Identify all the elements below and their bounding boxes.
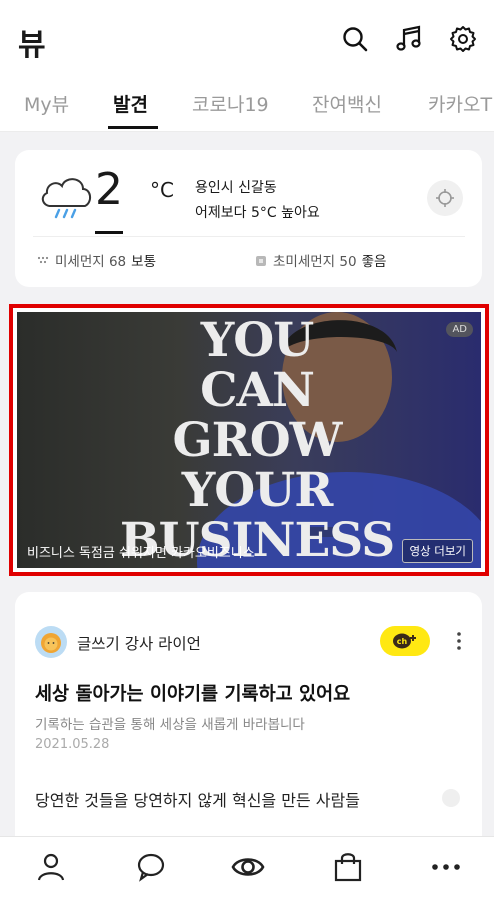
related-article-title[interactable]: 당연한 것들을 당연하지 않게 혁신을 만든 사람들 <box>35 787 360 811</box>
fine-dust-info: 미세먼지 68 보통 <box>37 250 156 270</box>
active-tab-indicator <box>108 126 158 129</box>
add-channel-button[interactable]: ch <box>380 626 430 656</box>
lion-avatar-icon <box>41 633 61 653</box>
temperature-value: 2 <box>95 164 123 215</box>
crosshair-icon <box>436 189 454 207</box>
category-tabs: My뷰 발견 코로나19 잔여백신 카카오T <box>0 74 494 132</box>
person-icon[interactable] <box>33 849 69 885</box>
ultra-fine-dust-info: 초미세먼지 50 좋음 <box>255 250 386 270</box>
tab-discover[interactable]: 발견 <box>113 90 148 117</box>
ultra-dust-icon <box>256 256 266 266</box>
weather-comparison: 어제보다 5°C 높아요 <box>195 205 320 221</box>
svg-text:ch: ch <box>397 637 408 646</box>
gear-icon[interactable] <box>448 24 478 54</box>
tab-covid19[interactable]: 코로나19 <box>192 90 269 117</box>
app-header: 뷰 <box>0 0 494 74</box>
post-date: 2021.05.28 <box>35 737 110 752</box>
more-dots-icon[interactable] <box>428 849 464 885</box>
avatar[interactable] <box>35 626 67 658</box>
page-title: 뷰 <box>18 28 46 63</box>
tab-remaining-vaccine[interactable]: 잔여백신 <box>312 90 382 117</box>
bottom-navigation <box>0 836 494 903</box>
tab-myview[interactable]: My뷰 <box>24 90 69 117</box>
post-subtitle: 기록하는 습관을 통해 세상을 새롭게 바라봅니다 <box>35 717 305 733</box>
ad-caption: 비즈니스 독점금 쉬워지면 카카오비즈니스 <box>27 546 255 561</box>
location-button[interactable] <box>427 180 463 216</box>
ad-badge: AD <box>446 322 473 337</box>
temperature-unit: °C <box>150 178 174 202</box>
weather-location: 용인시 신갈동 <box>195 180 277 196</box>
music-icon[interactable] <box>394 24 424 54</box>
ad-headline: YOU CAN GROW YOUR BUSINESS <box>119 313 395 568</box>
channel-add-icon: ch <box>393 633 416 649</box>
search-icon[interactable] <box>340 24 370 54</box>
view-eye-icon[interactable] <box>230 849 266 885</box>
weather-divider <box>33 236 465 237</box>
dust-dots-icon <box>37 256 49 264</box>
rain-cloud-icon <box>41 178 91 219</box>
post-card[interactable]: 글쓰기 강사 라이언 ch 세상 돌아가는 이야기를 기록하고 있어요 기록하는… <box>15 592 482 842</box>
chat-bubble-icon[interactable] <box>133 849 169 885</box>
temperature-underline <box>95 231 123 234</box>
shopping-bag-icon[interactable] <box>330 849 366 885</box>
article-thumbnail-icon <box>442 789 460 807</box>
weather-card[interactable]: 2 °C 용인시 신갈동 어제보다 5°C 높아요 미세먼지 68 보통 초미세먼… <box>15 150 482 287</box>
post-author[interactable]: 글쓰기 강사 라이언 <box>77 632 201 654</box>
post-title[interactable]: 세상 돌아가는 이야기를 기록하고 있어요 <box>35 680 350 706</box>
ad-banner[interactable]: YOU CAN GROW YOUR BUSINESS AD 비즈니스 독점금 쉬… <box>17 312 481 568</box>
watch-video-button[interactable]: 영상 더보기 <box>402 539 473 563</box>
more-options-icon[interactable] <box>455 630 463 652</box>
tab-kakao-t[interactable]: 카카오T <box>428 90 492 117</box>
ad-highlight-frame: YOU CAN GROW YOUR BUSINESS AD 비즈니스 독점금 쉬… <box>9 304 489 576</box>
